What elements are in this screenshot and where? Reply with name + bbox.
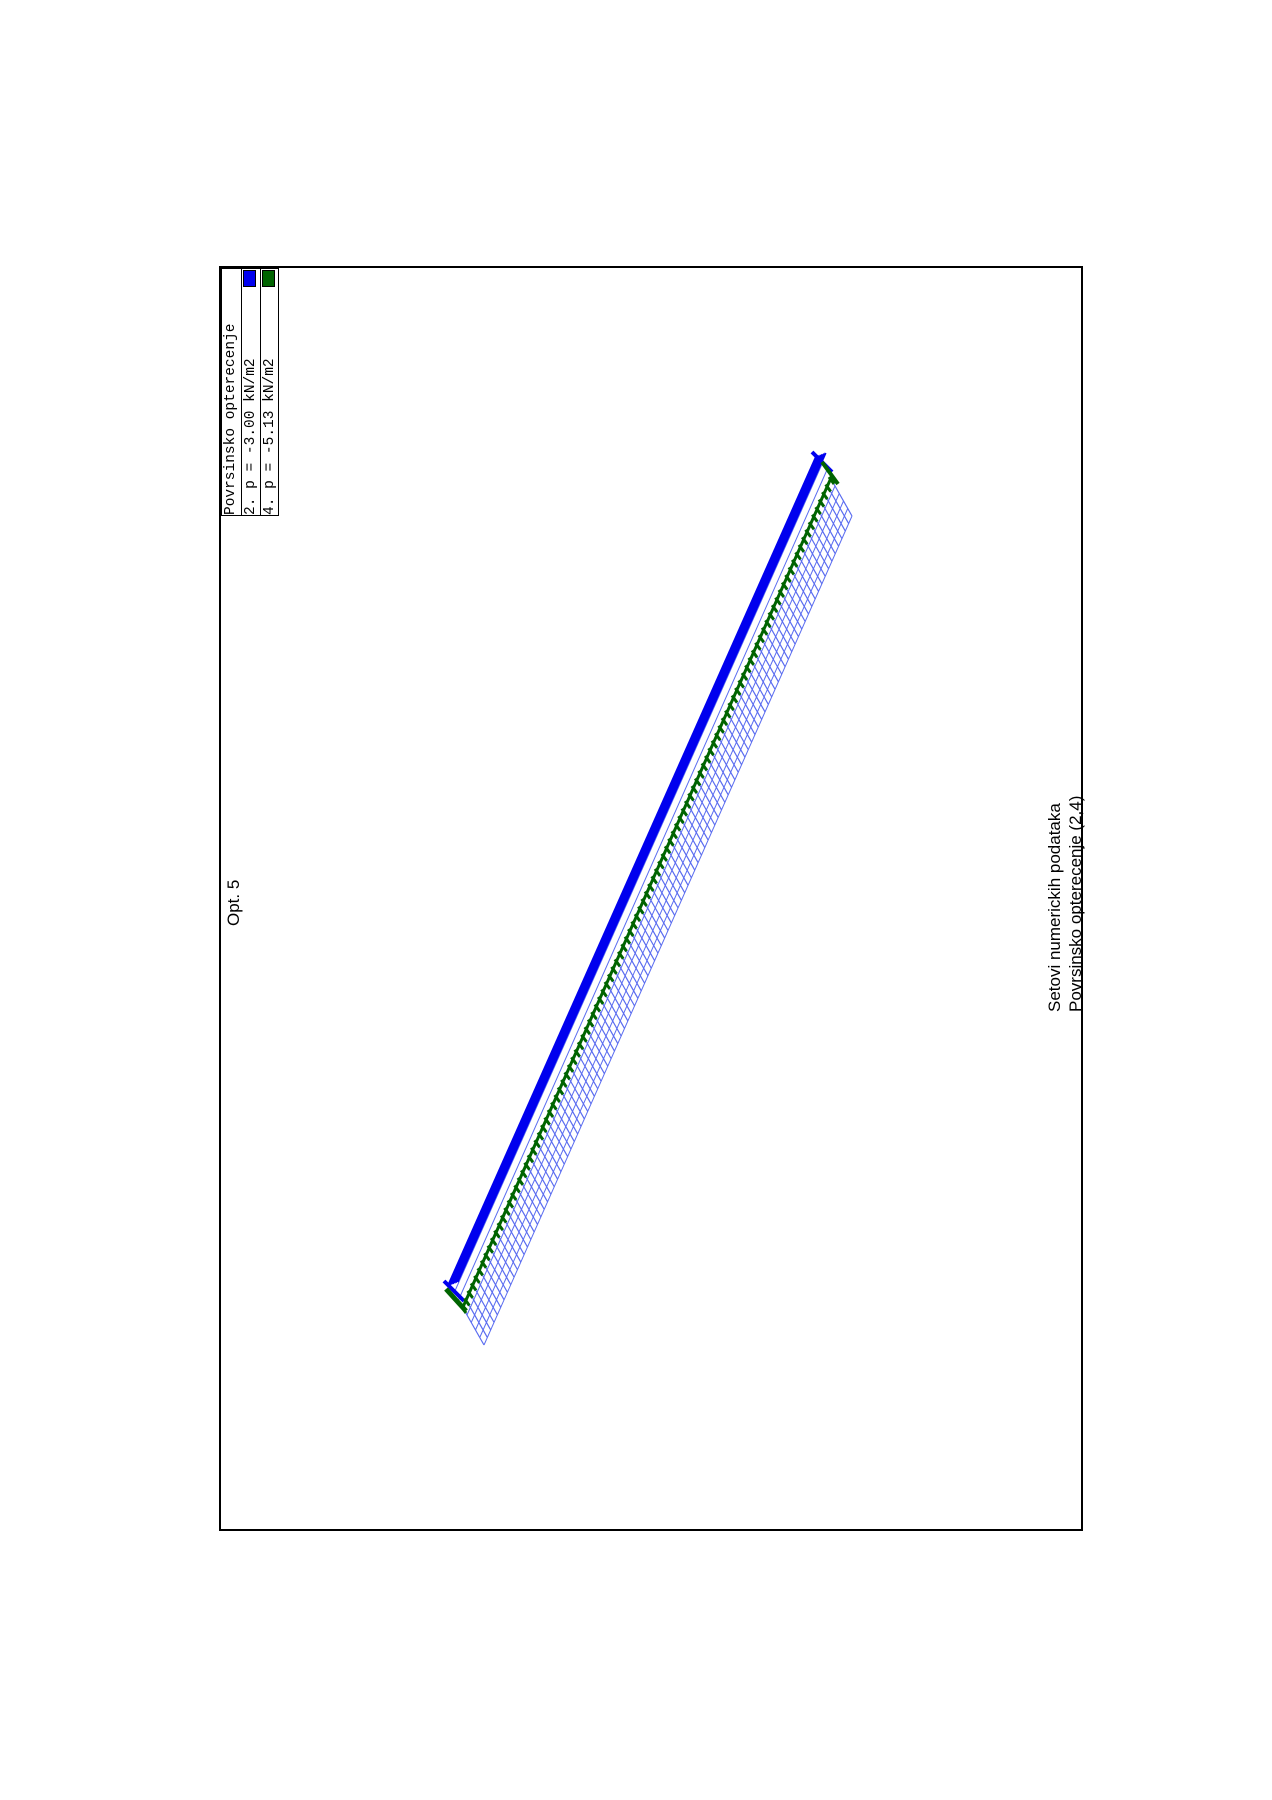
legend-heading: Povrsinsko opterecenje <box>223 323 239 515</box>
legend-divider <box>260 268 261 516</box>
load-set-2-line <box>456 452 827 1283</box>
mesh-grid <box>449 455 853 1346</box>
load-set-2-line <box>448 455 819 1286</box>
caption-line-2: Povrsinsko opterecenje (2,4) <box>1066 795 1085 1012</box>
load-set-2-line <box>447 456 817 1287</box>
caption: Setovi numerickih podataka Povrsinsko op… <box>1044 796 1086 1012</box>
load-set-2-line <box>455 453 825 1284</box>
load-set-2-line <box>453 453 824 1284</box>
caption-line-1: Setovi numerickih podataka <box>1045 803 1064 1012</box>
legend-divider <box>241 268 242 516</box>
page-title: Opt. 5 <box>224 879 243 926</box>
legend-entry-swatch <box>262 270 275 287</box>
load-set-2-line <box>451 454 822 1285</box>
legend-entry-swatch <box>243 270 256 287</box>
mesh-line <box>458 470 827 1301</box>
legend-entry-label: 2. p = -3.00 kN/m2 <box>243 358 259 515</box>
load-set-2-line <box>450 455 821 1285</box>
legend-entry-label: 4. p = -5.13 kN/m2 <box>262 358 278 515</box>
mesh-line <box>453 463 823 1293</box>
load-set-2-strip <box>442 450 834 1303</box>
